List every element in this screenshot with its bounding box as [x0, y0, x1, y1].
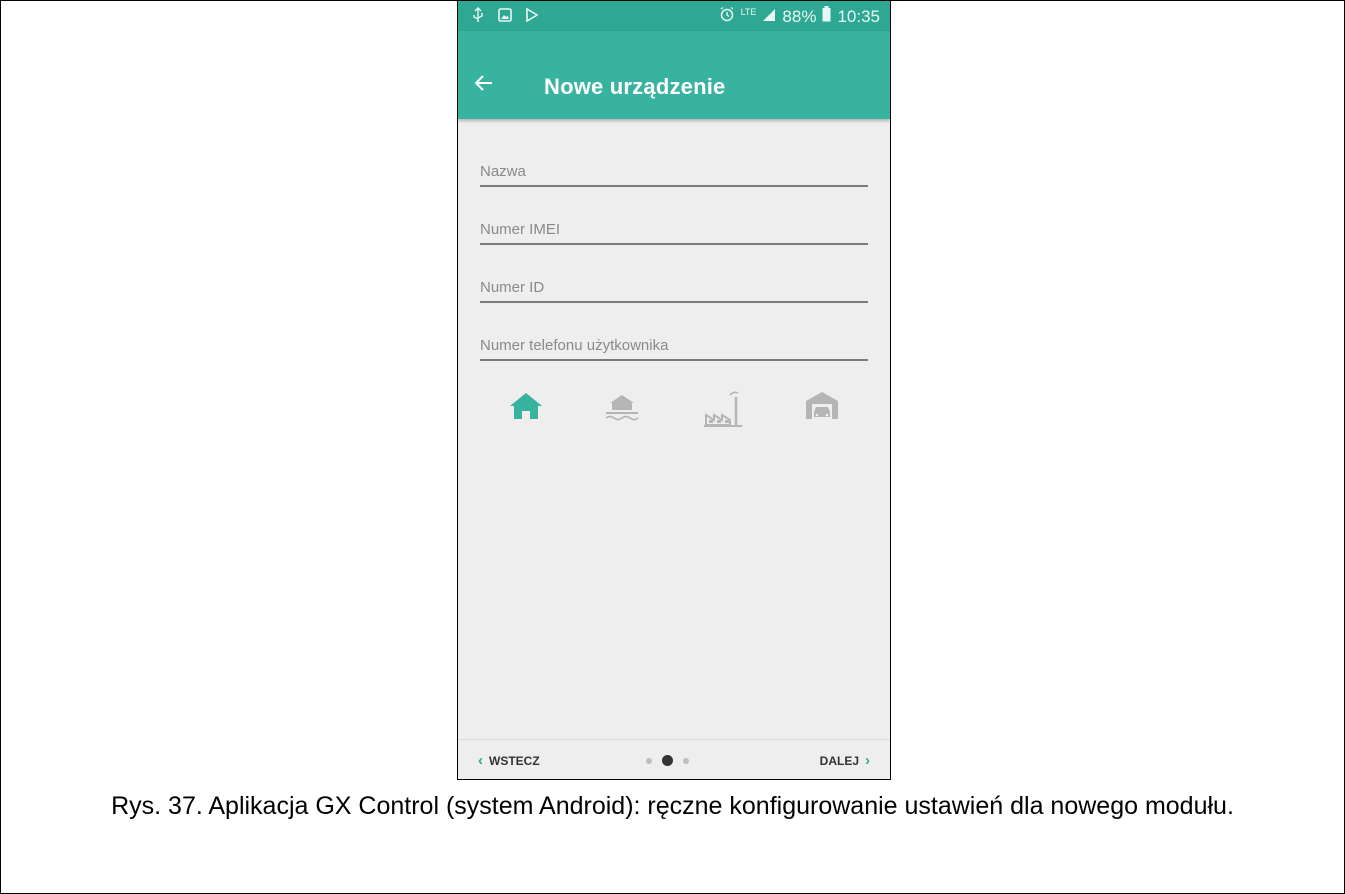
battery-percent: 88%: [782, 6, 817, 26]
name-field[interactable]: [480, 159, 868, 187]
next-button-label: DALEJ: [819, 753, 859, 768]
user-phone-input[interactable]: [480, 333, 868, 357]
lte-icon: LTE: [740, 7, 757, 17]
lake-house-icon[interactable]: [602, 389, 642, 428]
garage-icon[interactable]: [804, 389, 840, 426]
app-title: Nowe urządzenie: [544, 74, 726, 99]
figure-caption: Rys. 37. Aplikacja GX Control (system An…: [111, 792, 1234, 820]
user-phone-field[interactable]: [480, 333, 868, 361]
play-store-icon: [526, 7, 539, 27]
back-arrow-icon[interactable]: [474, 55, 494, 99]
factory-icon[interactable]: [702, 389, 744, 434]
bottom-navigation: ‹ WSTECZ DALEJ ›: [458, 739, 890, 779]
clock-time: 10:35: [837, 6, 880, 26]
app-bar: Nowe urządzenie: [458, 31, 890, 119]
page-dot: [683, 757, 689, 764]
usb-icon: [472, 7, 484, 28]
chevron-left-icon: ‹: [478, 752, 483, 769]
page-dot-active: [662, 755, 673, 766]
name-input[interactable]: [480, 159, 868, 183]
house-icon[interactable]: [508, 389, 544, 426]
battery-icon: [822, 6, 831, 27]
back-button-label: WSTECZ: [489, 753, 540, 768]
page-dot: [646, 757, 652, 764]
phone-screen: LTE 88% 10:35 Nowe urządzenie Nazwa Nume…: [457, 0, 891, 780]
alarm-icon: [719, 6, 735, 27]
status-bar: LTE 88% 10:35: [458, 1, 890, 31]
object-type-selector: [502, 389, 852, 429]
signal-icon: [762, 7, 776, 27]
id-input[interactable]: [480, 275, 868, 299]
chevron-right-icon: ›: [865, 752, 870, 769]
id-field[interactable]: [480, 275, 868, 303]
imei-input[interactable]: [480, 217, 868, 241]
next-button[interactable]: DALEJ ›: [820, 752, 870, 769]
image-icon: [498, 8, 512, 27]
page-indicator: [646, 755, 689, 766]
back-button[interactable]: ‹ WSTECZ: [478, 752, 540, 769]
imei-field[interactable]: [480, 217, 868, 245]
